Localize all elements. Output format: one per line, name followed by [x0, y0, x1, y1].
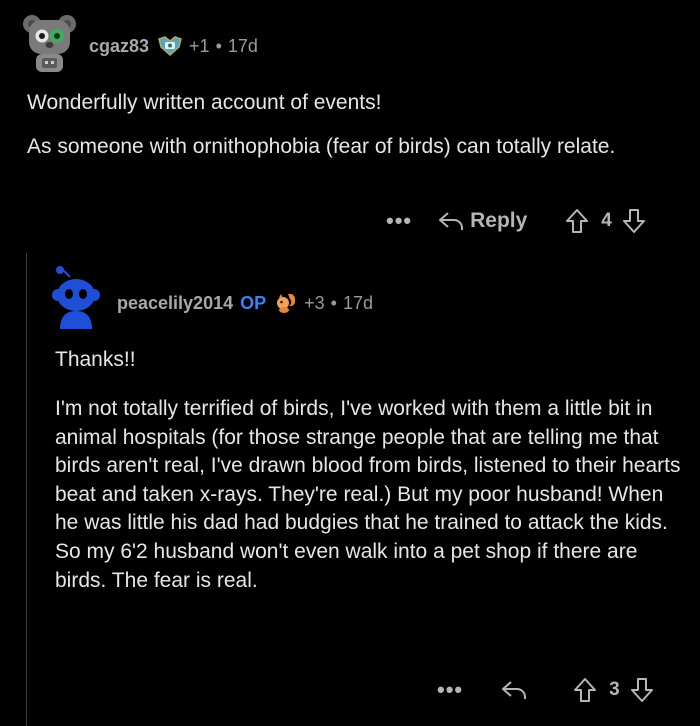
avatar[interactable] — [20, 12, 78, 74]
score-delta: +3 — [304, 292, 325, 313]
blue-snoo-avatar-icon — [52, 266, 100, 329]
comment-paragraph: Wonderfully written account of events! — [27, 91, 382, 114]
more-options-button[interactable]: ••• — [437, 677, 463, 703]
meta-separator: • — [215, 35, 222, 56]
achievement-flair-icon — [157, 35, 183, 57]
upvote-button[interactable] — [573, 677, 597, 703]
meta-separator: • — [330, 292, 337, 313]
downvote-button[interactable] — [622, 208, 646, 234]
downvote-arrow-icon — [630, 678, 653, 702]
score-delta: +1 — [189, 35, 210, 56]
comment-paragraph: Thanks!! — [55, 348, 136, 371]
vote-count: 3 — [609, 679, 620, 700]
robot-koala-avatar-icon — [23, 15, 76, 72]
upvote-button[interactable] — [565, 208, 589, 234]
squirrel-flair-icon — [274, 291, 298, 315]
more-options-button[interactable]: ••• — [386, 208, 412, 234]
reply-button[interactable] — [501, 679, 533, 701]
comment-meta: peacelily2014 OP +3 • 17d — [117, 291, 373, 315]
comment-body: Wonderfully written account of events! A… — [27, 88, 627, 161]
username[interactable]: cgaz83 — [89, 36, 149, 57]
vote-count: 4 — [601, 210, 612, 231]
comment-paragraph: I'm not totally terrified of birds, I've… — [55, 397, 681, 592]
comment-body: Thanks!! I'm not totally terrified of bi… — [55, 345, 683, 595]
reply-button[interactable]: Reply — [438, 209, 527, 233]
avatar[interactable] — [46, 265, 106, 329]
upvote-arrow-icon — [566, 209, 589, 233]
reply-arrow-icon — [439, 212, 464, 230]
comment-paragraph: As someone with ornithophobia (fear of b… — [27, 135, 616, 158]
username[interactable]: peacelily2014 — [117, 293, 233, 314]
op-badge: OP — [240, 292, 267, 313]
comment-age: 17d — [342, 292, 374, 313]
downvote-arrow-icon — [622, 209, 645, 233]
comment-age: 17d — [227, 35, 258, 56]
reply-label: Reply — [470, 209, 528, 232]
upvote-arrow-icon — [574, 678, 597, 702]
comment-actions: ••• Reply 4 — [386, 208, 646, 234]
comment-meta: cgaz83 +1 • 17d — [89, 35, 258, 57]
reply-arrow-icon — [502, 681, 527, 699]
downvote-button[interactable] — [630, 677, 654, 703]
thread-line[interactable] — [26, 253, 27, 726]
comment-actions: ••• 3 — [437, 677, 654, 703]
